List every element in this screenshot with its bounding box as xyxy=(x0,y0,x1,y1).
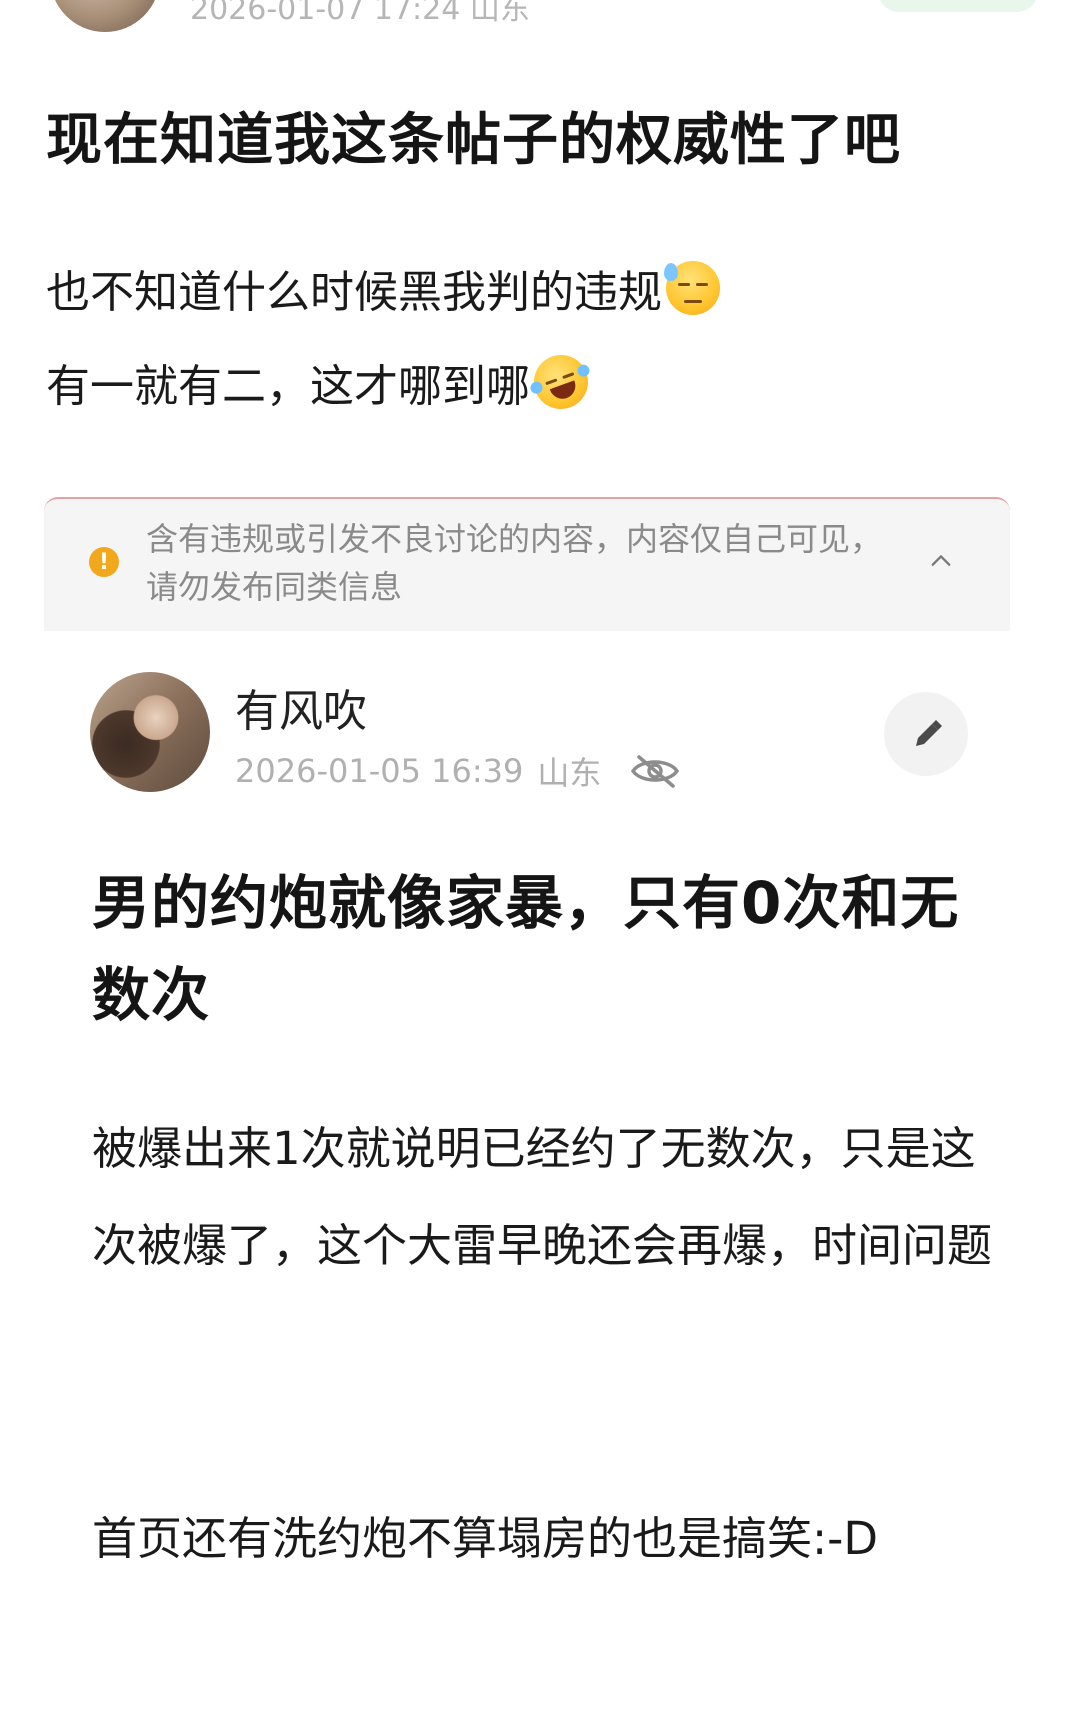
post-line-1-text: 也不知道什么时候黑我判的违规 xyxy=(46,267,662,318)
post-meta-top: 2026-01-07 17:24 山东 xyxy=(190,0,530,27)
post-line-1: 也不知道什么时候黑我判的违规 xyxy=(46,256,720,320)
post-location: 山东 xyxy=(537,754,602,792)
post-line-2: 有一就有二，这才哪到哪 xyxy=(46,347,596,417)
rolling-laugh-emoji xyxy=(526,347,596,417)
post-meta: 2026-01-05 16:39 山东 xyxy=(235,748,681,794)
author-avatar[interactable] xyxy=(90,672,210,792)
post-datetime: 2026-01-05 16:39 xyxy=(235,752,524,790)
author-name[interactable]: 有风吹 xyxy=(235,675,367,739)
pencil-icon xyxy=(916,720,942,746)
post-line-2-text: 有一就有二，这才哪到哪 xyxy=(46,361,530,412)
post-paragraph-2: 首页还有洗约炮不算塌房的也是搞笑:-D xyxy=(92,1512,879,1565)
chevron-up-icon[interactable] xyxy=(930,550,952,572)
edit-button[interactable] xyxy=(884,692,968,776)
warning-icon: ! xyxy=(89,547,119,577)
sweat-face-emoji xyxy=(664,261,720,315)
post-title: 男的约炮就像家暴，只有0次和无数次 xyxy=(92,869,960,1029)
eye-hidden-icon xyxy=(631,755,680,788)
status-badge-top xyxy=(878,0,1038,12)
post-paragraph-1: 被爆出来1次就说明已经约了无数次，只是这次被爆了，这个大雷早晚还会再爆，时间问题 xyxy=(92,1122,993,1272)
post-title-top: 现在知道我这条帖子的权威性了吧 xyxy=(46,108,901,173)
author-avatar-top[interactable] xyxy=(50,0,160,32)
violation-notice-text: 含有违规或引发不良讨论的内容，内容仅自己可见，请勿发布同类信息 xyxy=(146,520,883,606)
